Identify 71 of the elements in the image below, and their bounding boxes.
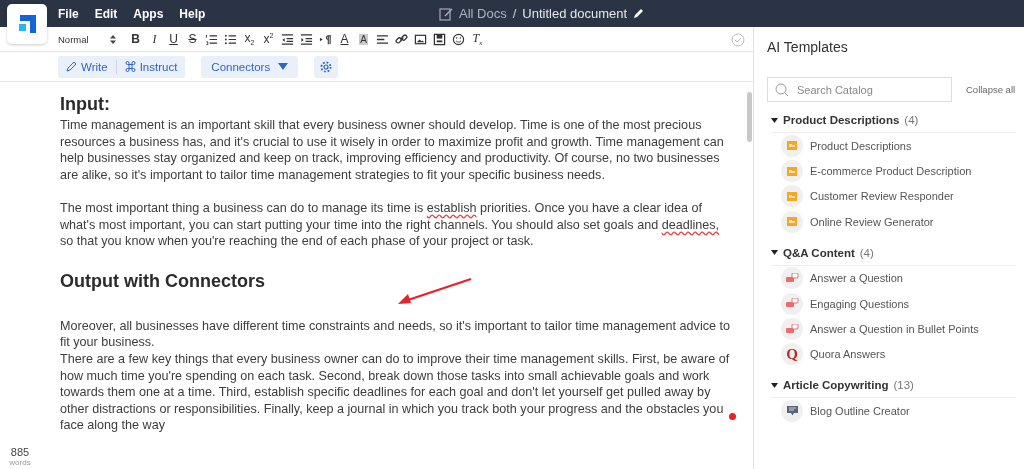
style-dropdown[interactable]: Normal bbox=[58, 30, 122, 48]
image-icon bbox=[414, 32, 427, 46]
paragraph: Time management is an important skill that every business owner should develop. Time is one of the most precious resources a business has, and it's crucial to use it wisely in order to maximize profit and growth. Time management can help businesses stay organized and keep on track, improving efficiency and productivity. Of course, no two businesses are alike, so it's important to tailor time management strategies to fit your specific business needs. bbox=[60, 117, 725, 184]
outdent-icon bbox=[281, 32, 294, 46]
align-icon bbox=[376, 32, 389, 46]
menu-item[interactable]: Edit bbox=[86, 6, 126, 21]
template-item[interactable]: Q Quora Answers bbox=[781, 341, 1024, 368]
clear-format-button[interactable]: T$_{x}$ bbox=[468, 30, 487, 48]
chat-bubbles-icon bbox=[781, 318, 803, 341]
panel-title: AI Templates bbox=[767, 39, 849, 55]
chat-bubbles-icon bbox=[781, 267, 803, 290]
image-icon bbox=[781, 134, 803, 157]
word-count-label: words bbox=[9, 458, 31, 467]
template-item[interactable]: Answer a Question in Bullet Points bbox=[781, 316, 1024, 342]
pencil-icon[interactable] bbox=[633, 8, 645, 19]
template-item[interactable]: Blog Outline Creator bbox=[781, 398, 1024, 424]
category-header[interactable]: Product Descriptions (4) bbox=[771, 114, 1016, 133]
marker-dot bbox=[729, 413, 736, 420]
template-item[interactable]: Engaging Questions bbox=[781, 290, 1024, 317]
search-field[interactable]: Search Catalog bbox=[767, 77, 952, 102]
search-icon bbox=[775, 83, 789, 97]
menu-item[interactable]: File bbox=[50, 6, 87, 21]
template-item[interactable]: Answer a Question bbox=[781, 265, 1024, 291]
command-key-icon bbox=[124, 61, 136, 72]
template-item[interactable]: Online Review Generator bbox=[781, 209, 1024, 235]
pencil-icon bbox=[66, 61, 77, 72]
image-icon bbox=[781, 185, 803, 208]
superscript-button[interactable]: x$^{2}$ bbox=[259, 30, 278, 48]
category-header[interactable]: Q&A Content (4) bbox=[771, 246, 1016, 266]
highlight-button[interactable]: A bbox=[354, 30, 373, 48]
bold-button[interactable]: B bbox=[126, 30, 145, 48]
paragraph: The most important thing a business can do to manage its time is establish priorities. Once you have a clear idea of what's most important, you can start putting your time into the right channels. You should also set goals and deadlines, so that you know when you're reaching the end of each phase of your project or task. bbox=[60, 199, 721, 250]
underline-button[interactable]: U bbox=[164, 30, 183, 48]
paragraph: There are a few key things that every business owner can do to improve their time management skills. First, be aware of how much time you're spending on each task. Second, break down those tasks into small achievable goals and work towards them one at a time. Third, establish specific deadlines for each goal and don't let yourself get pulled away by other distractions or responsibilities. Finally, keep a journal in which you track both your progress and the obstacles you face along the way bbox=[60, 350, 731, 434]
settings-icon bbox=[320, 60, 333, 73]
bullet-list-icon bbox=[224, 32, 237, 46]
indent-icon bbox=[300, 32, 313, 46]
breadcrumb-separator: / bbox=[512, 6, 517, 21]
subscript-button[interactable]: x$_{2}$ bbox=[240, 30, 259, 48]
text-color-button[interactable]: A bbox=[335, 30, 354, 48]
template-item[interactable]: E-commerce Product Description bbox=[781, 158, 1024, 184]
chat-bubbles-icon bbox=[781, 292, 803, 315]
emoji-icon bbox=[452, 32, 465, 46]
saved-check-icon bbox=[731, 33, 745, 47]
paragraph: Moreover, all businesses have different time constraints and needs, so it's important to tailor time management advice to fit your business. bbox=[60, 317, 731, 351]
settings-button[interactable] bbox=[314, 55, 339, 78]
connectors-dropdown[interactable]: Connectors bbox=[201, 55, 299, 78]
document-title[interactable]: Untitled document bbox=[522, 6, 628, 21]
caret-icon bbox=[278, 63, 289, 70]
template-item[interactable]: Customer Review Responder bbox=[781, 183, 1024, 210]
letter-logo-icon: Q bbox=[781, 343, 803, 366]
breadcrumb-link[interactable]: All Docs bbox=[459, 6, 507, 21]
app-logo-icon[interactable] bbox=[7, 4, 47, 44]
monitor-icon bbox=[781, 399, 803, 422]
link-icon bbox=[395, 32, 408, 46]
image-icon bbox=[781, 210, 803, 233]
word-count: 885 bbox=[10, 446, 30, 458]
image-icon bbox=[781, 160, 803, 183]
strikethrough-button[interactable]: S bbox=[183, 30, 202, 48]
up-down-arrows-icon bbox=[110, 34, 116, 44]
document-edit-icon bbox=[439, 6, 453, 21]
menu-item[interactable]: Help bbox=[171, 6, 214, 21]
section-heading: Input: bbox=[60, 93, 110, 115]
section-heading: Output with Connectors bbox=[60, 269, 265, 292]
menu-item[interactable]: Apps bbox=[125, 6, 172, 21]
template-item[interactable]: Product Descriptions bbox=[781, 133, 1024, 159]
collapse-all-link[interactable]: Collapse all bbox=[966, 84, 1016, 95]
category-header[interactable]: Article Copywriting (13) bbox=[771, 379, 1016, 399]
paragraph-direction-icon bbox=[319, 32, 332, 46]
italic-button[interactable]: I bbox=[145, 30, 164, 48]
ordered-list-icon bbox=[205, 32, 218, 46]
